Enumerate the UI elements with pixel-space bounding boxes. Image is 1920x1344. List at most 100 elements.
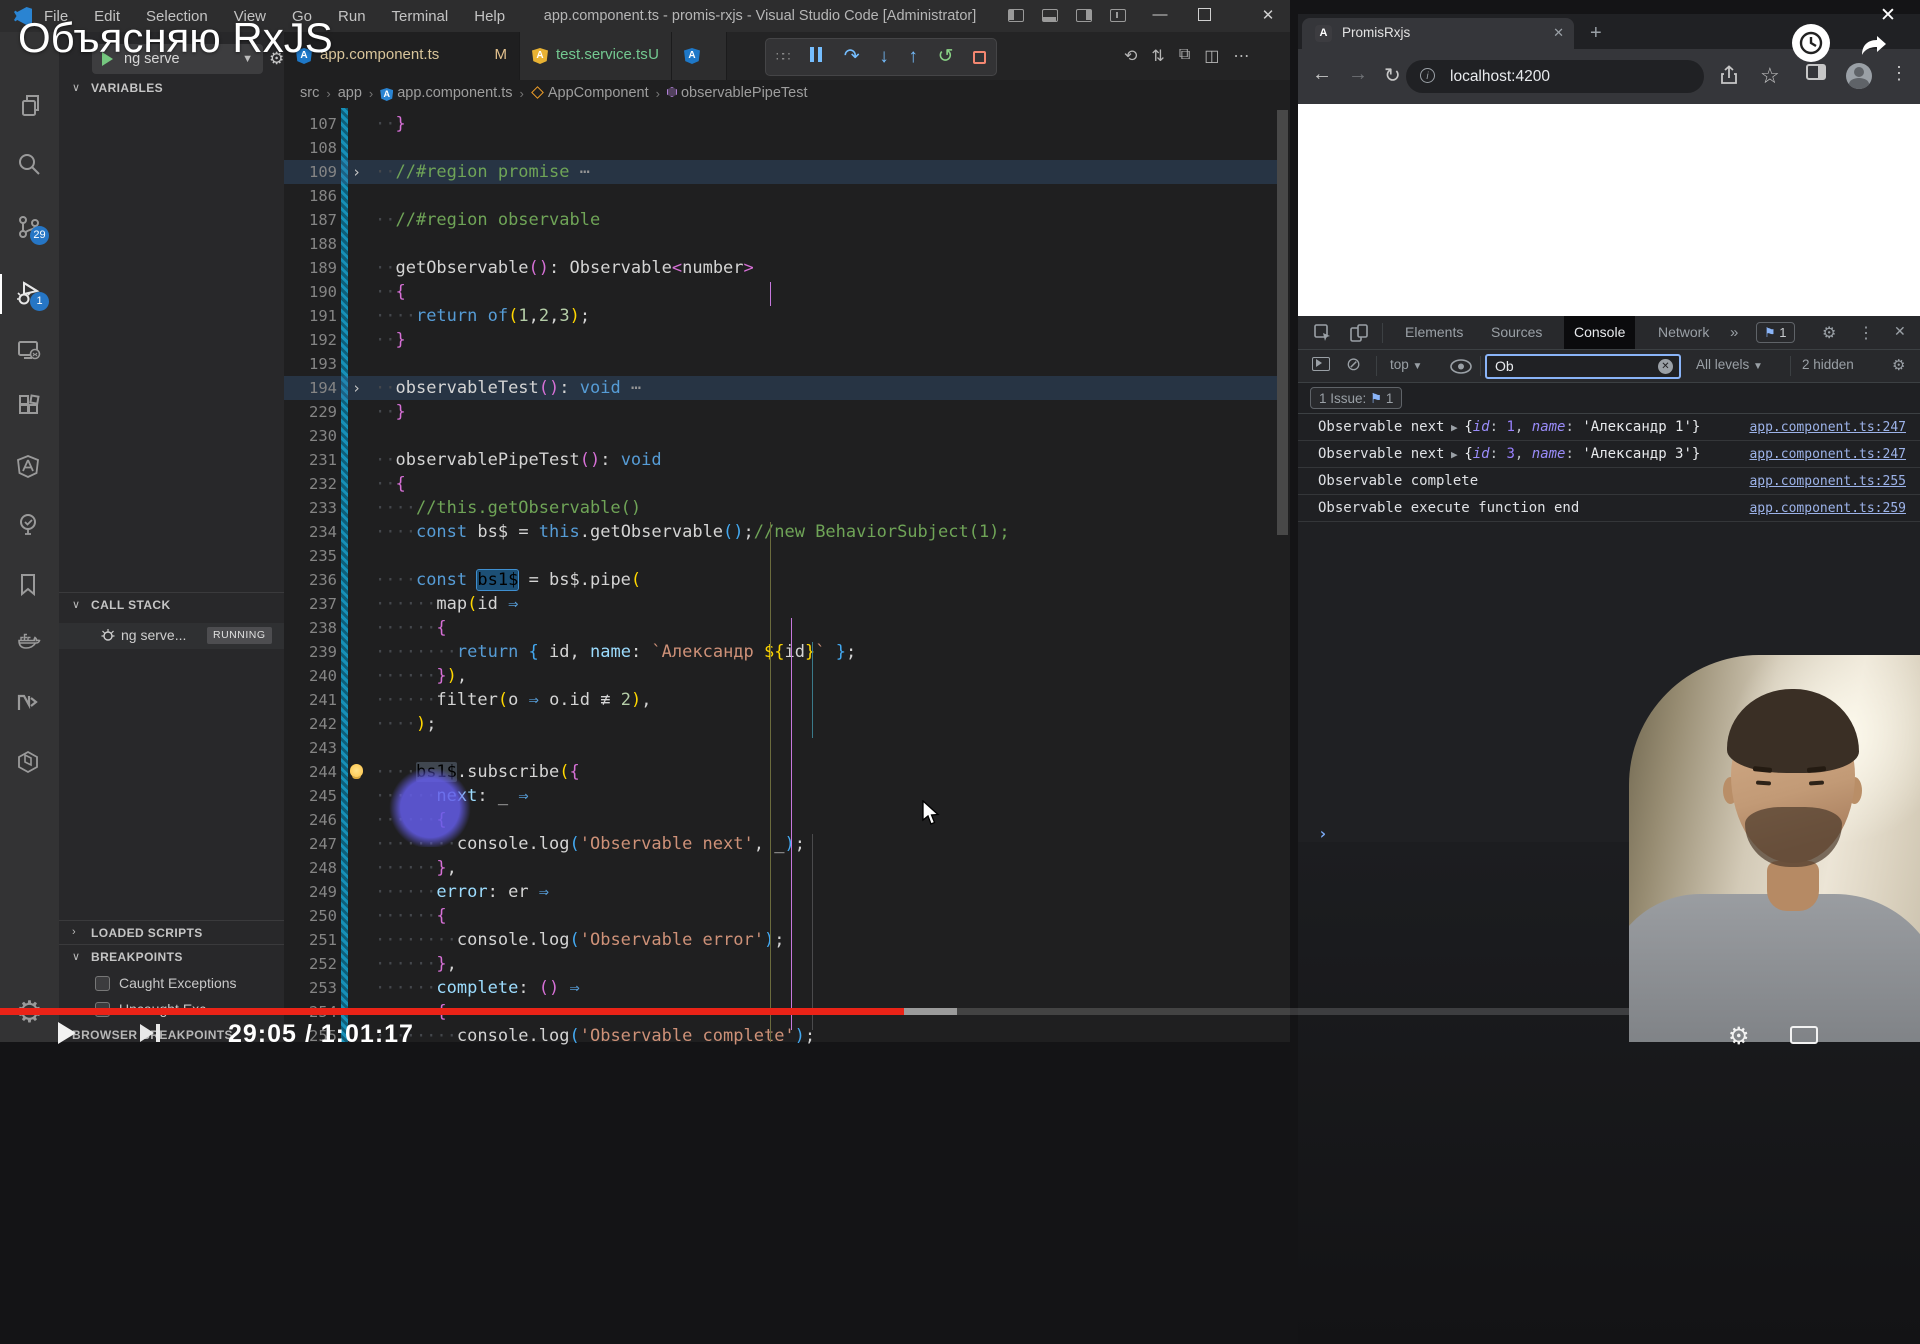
step-into-icon[interactable]: ↓	[879, 47, 889, 67]
code-line-238[interactable]: 238 ······{	[284, 616, 1277, 640]
breadcrumb-app.component.ts[interactable]: Aapp.component.ts	[380, 85, 513, 101]
profile-avatar[interactable]	[1846, 63, 1872, 89]
play-button[interactable]	[58, 1022, 76, 1044]
code-line-237[interactable]: 237 ······map(id ⇒	[284, 592, 1277, 616]
console-settings-gear-icon[interactable]: ⚙	[1892, 356, 1905, 374]
code-line-231[interactable]: 231 ··observablePipeTest(): void	[284, 448, 1277, 472]
code-editor[interactable]: 107 ··} 108 109 › ··//#region promise ⋯ 186 187…	[284, 104, 1290, 1046]
breakpoint-caught-exceptions[interactable]: Caught Exceptions	[95, 974, 284, 996]
activity-search-icon[interactable]	[0, 141, 59, 189]
watch-later-button[interactable]	[1792, 24, 1830, 62]
devtools-menu-icon[interactable]: ⋮	[1858, 323, 1874, 343]
step-over-icon[interactable]: ↷	[844, 47, 860, 67]
activity-testing-icon[interactable]	[0, 502, 59, 550]
player-settings-gear-icon[interactable]: ⚙	[1728, 1022, 1750, 1051]
code-line-232[interactable]: 232 ··{	[284, 472, 1277, 496]
devtools-tab-elements[interactable]: Elements	[1395, 316, 1473, 349]
console-log-row[interactable]: Observable execute function end app.compo…	[1298, 495, 1920, 522]
code-line-192[interactable]: 192 ··}	[284, 328, 1277, 352]
more-actions-icon[interactable]: ⋯	[1233, 46, 1249, 68]
address-bar[interactable]: i localhost:4200	[1406, 60, 1704, 93]
code-line-240[interactable]: 240 ······}),	[284, 664, 1277, 688]
miniplayer-icon[interactable]	[1790, 1026, 1818, 1044]
bookmark-star-icon[interactable]: ☆	[1760, 63, 1780, 89]
code-line-250[interactable]: 250 ······{	[284, 904, 1277, 928]
forward-icon[interactable]: →	[1348, 63, 1368, 86]
code-line-251[interactable]: 251 ········console.log('Observable error…	[284, 928, 1277, 952]
code-line-188[interactable]: 188	[284, 232, 1277, 256]
console-log-row[interactable]: Observable next ▶ {id: 1, name: 'Алексан…	[1298, 414, 1920, 441]
code-line-243[interactable]: 243	[284, 736, 1277, 760]
code-line-191[interactable]: 191 ····return of(1,2,3);	[284, 304, 1277, 328]
chrome-tab[interactable]: A PromisRxjs ✕	[1302, 18, 1574, 49]
editor-scrollbar[interactable]	[1277, 110, 1288, 535]
chrome-menu-icon[interactable]: ⋮	[1890, 63, 1908, 84]
activity-remote-explorer-icon[interactable]	[0, 327, 59, 375]
devtools-tab-console[interactable]: Console	[1564, 316, 1636, 349]
back-icon[interactable]: ←	[1312, 63, 1332, 86]
code-line-235[interactable]: 235	[284, 544, 1277, 568]
code-line-194[interactable]: 194 › ··observableTest(): void ⋯	[284, 376, 1277, 400]
code-line-193[interactable]: 193	[284, 352, 1277, 376]
device-toolbar-icon[interactable]	[1350, 324, 1368, 342]
share-icon[interactable]	[1718, 64, 1740, 86]
code-line-229[interactable]: 229 ··}	[284, 400, 1277, 424]
more-tabs-icon[interactable]: »	[1730, 324, 1738, 341]
code-line-186[interactable]: 186	[284, 184, 1277, 208]
split-editor-icon[interactable]: ◫	[1204, 46, 1219, 68]
tab-test.service.ts[interactable]: Atest.service.ts U	[520, 32, 672, 80]
call-stack-session-row[interactable]: ng serve... RUNNING	[59, 623, 284, 649]
close-tab-icon[interactable]: ✕	[1553, 25, 1564, 41]
code-line-189[interactable]: 189 ··getObservable(): Observable<number>	[284, 256, 1277, 280]
source-link[interactable]: app.component.ts:259	[1749, 495, 1906, 522]
overlay-close-icon[interactable]: ✕	[1880, 4, 1896, 27]
lightbulb-icon[interactable]	[350, 764, 363, 777]
code-line-230[interactable]: 230	[284, 424, 1277, 448]
code-line-253[interactable]: 253 ······complete: () ⇒	[284, 976, 1277, 1000]
code-line-234[interactable]: 234 ····const bs$ = this.getObservable();…	[284, 520, 1277, 544]
compare-icon[interactable]: ⇅	[1151, 46, 1164, 68]
restart-icon[interactable]: ↺	[938, 47, 954, 67]
activity-nx-console-icon[interactable]	[0, 680, 59, 728]
activity-source-control-icon[interactable]: 29	[0, 204, 59, 252]
console-sidebar-icon[interactable]	[1312, 357, 1330, 371]
stop-icon[interactable]	[973, 50, 987, 64]
code-line-107[interactable]: 107 ··}	[284, 112, 1277, 136]
issues-count-badge[interactable]: ⚑ 1	[1756, 322, 1795, 343]
customize-layout-icon[interactable]	[1110, 9, 1126, 22]
call-stack-section-header[interactable]: ∨ CALL STACK	[59, 592, 284, 616]
devtools-tab-sources[interactable]: Sources	[1481, 316, 1552, 349]
reload-icon[interactable]: ↻	[1384, 63, 1401, 88]
loaded-scripts-section-header[interactable]: › LOADED SCRIPTS	[59, 920, 284, 944]
devtools-settings-gear-icon[interactable]: ⚙	[1822, 323, 1836, 343]
code-line-249[interactable]: 249 ······error: er ⇒	[284, 880, 1277, 904]
activity-docker-icon[interactable]	[0, 620, 59, 668]
code-line-187[interactable]: 187 ··//#region observable	[284, 208, 1277, 232]
pause-icon[interactable]	[808, 47, 824, 67]
breadcrumb-src[interactable]: src	[300, 85, 319, 101]
log-levels-selector[interactable]: All levels ▼	[1696, 357, 1763, 372]
breadcrumb-observablePipeTest[interactable]: observablePipeTest	[666, 85, 808, 101]
console-log-row[interactable]: Observable complete app.component.ts:255	[1298, 468, 1920, 495]
code-line-255[interactable]: 255 ········console.log('Observable compl…	[284, 1024, 1277, 1048]
console-log-row[interactable]: Observable next ▶ {id: 3, name: 'Алексан…	[1298, 441, 1920, 468]
activity-explorer-icon[interactable]	[0, 82, 59, 130]
fold-chevron-icon[interactable]: ›	[352, 160, 361, 184]
maximize-button[interactable]	[1198, 8, 1211, 21]
minimize-button[interactable]: —	[1145, 6, 1175, 26]
context-selector[interactable]: top ▼	[1390, 357, 1422, 372]
url-text[interactable]: localhost:4200	[1450, 60, 1550, 93]
toggle-panel-icon[interactable]	[1042, 9, 1058, 22]
activity-bookmarks-icon[interactable]	[0, 562, 59, 610]
source-link[interactable]: app.component.ts:255	[1749, 468, 1906, 495]
source-link[interactable]: app.component.ts:247	[1749, 441, 1906, 468]
site-info-icon[interactable]: i	[1420, 68, 1435, 83]
code-line-248[interactable]: 248 ······},	[284, 856, 1277, 880]
issues-chip[interactable]: 1 Issue: ⚑ 1	[1310, 387, 1403, 409]
clear-filter-icon[interactable]: ✕	[1658, 359, 1673, 374]
activity-angular-icon[interactable]	[0, 444, 59, 492]
clear-console-icon[interactable]: ⊘	[1346, 354, 1361, 375]
breadcrumb-AppComponent[interactable]: AppComponent	[530, 85, 649, 101]
console-filter-input[interactable]: Ob ✕	[1485, 354, 1681, 379]
step-out-icon[interactable]: ↑	[908, 47, 918, 67]
